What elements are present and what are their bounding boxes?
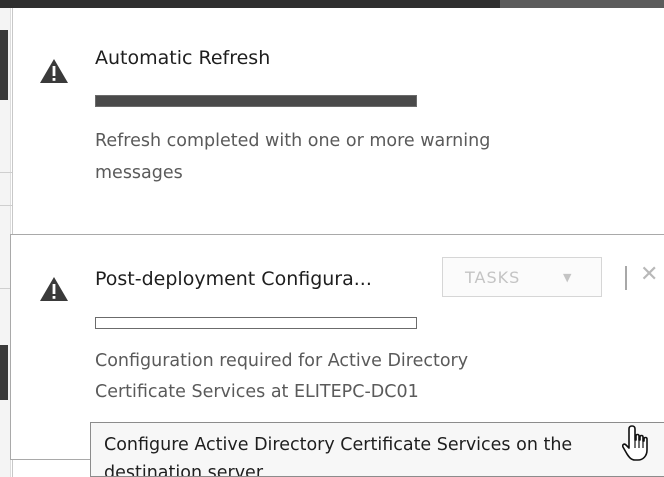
dismiss-close-icon[interactable]: ✕	[640, 262, 658, 287]
toolbar-separator	[625, 266, 627, 290]
tasks-dropdown-button[interactable]: TASKS ▼	[442, 257, 602, 297]
chevron-down-icon: ▼	[563, 270, 573, 284]
notification-description-line: Configuration required for Active Direct…	[95, 351, 469, 371]
refresh-progress-bar	[95, 95, 417, 107]
notification-title: Automatic Refresh	[95, 47, 271, 69]
underlying-window-divider	[0, 172, 12, 173]
tasks-label: TASKS	[465, 267, 521, 287]
action-link-text-line: destination server	[104, 463, 264, 477]
configure-adcs-link[interactable]: Configure Active Directory Certificate S…	[90, 422, 664, 477]
underlying-window-marker	[0, 30, 8, 100]
configuration-progress-bar	[95, 317, 417, 329]
warning-icon	[40, 277, 68, 301]
action-link-text-line: Configure Active Directory Certificate S…	[104, 435, 573, 455]
notification-description-line: Refresh completed with one or more warni…	[95, 131, 491, 151]
server-manager-screen: Automatic Refresh Refresh completed with…	[0, 0, 664, 477]
hand-pointer-cursor-icon	[622, 425, 648, 461]
warning-icon	[40, 59, 68, 83]
notification-description-line: messages	[95, 163, 183, 183]
notification-description-line: Certificate Services at ELITEPC-DC01	[95, 382, 419, 402]
progress-fill	[96, 96, 416, 106]
notification-title: Post-deployment Configura...	[95, 268, 372, 290]
underlying-window-marker	[0, 345, 8, 400]
underlying-window-divider	[0, 205, 12, 206]
